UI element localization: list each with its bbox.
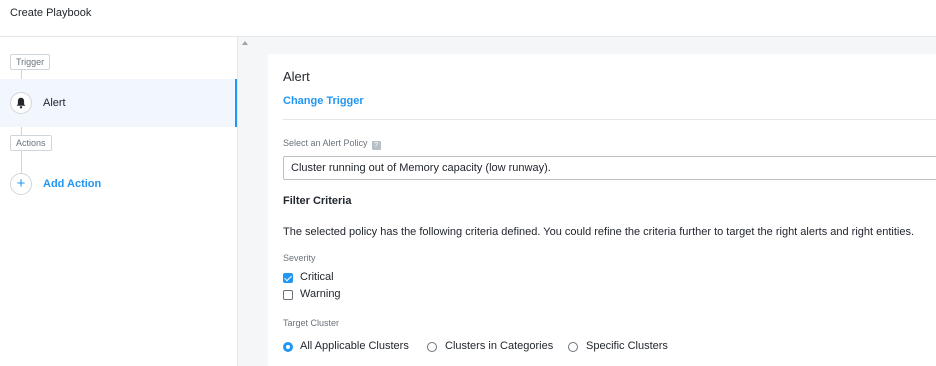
radio-specific-clusters-label: Specific Clusters: [586, 340, 668, 352]
timeline-line: [21, 151, 22, 173]
trigger-step-label: Alert: [43, 97, 66, 109]
divider: [283, 119, 936, 120]
add-action-label: Add Action: [43, 178, 102, 190]
actions-tag: Actions: [10, 135, 52, 151]
radio-clusters-in-categories-label: Clusters in Categories: [445, 340, 554, 352]
panel-heading: Alert: [283, 69, 310, 84]
timeline-line: [21, 127, 22, 135]
radio-specific-clusters[interactable]: [568, 342, 578, 352]
target-cluster-label: Target Cluster: [283, 318, 340, 328]
severity-critical-checkbox[interactable]: [283, 273, 293, 283]
scroll-up-icon[interactable]: [242, 41, 248, 45]
policy-label: Select an Alert Policy?: [283, 138, 381, 150]
change-trigger-link[interactable]: Change Trigger: [283, 95, 364, 107]
trigger-step-alert[interactable]: Alert: [0, 79, 237, 127]
radio-all-applicable-clusters[interactable]: [283, 342, 293, 352]
trigger-config-panel: Alert Change Trigger Select an Alert Pol…: [268, 54, 936, 366]
add-action-button[interactable]: + Add Action: [0, 173, 237, 197]
severity-warning-label: Warning: [300, 288, 341, 300]
trigger-tag: Trigger: [10, 54, 51, 70]
page-title: Create Playbook: [10, 7, 92, 19]
radio-all-applicable-clusters-label: All Applicable Clusters: [300, 340, 409, 352]
question-icon[interactable]: ?: [371, 141, 381, 150]
alert-policy-value: Cluster running out of Memory capacity (…: [291, 162, 551, 174]
severity-warning-checkbox[interactable]: [283, 290, 293, 300]
alert-policy-select[interactable]: Cluster running out of Memory capacity (…: [283, 156, 936, 180]
filter-criteria-heading: Filter Criteria: [283, 195, 352, 207]
bell-icon: [10, 92, 32, 114]
filter-description: The selected policy has the following cr…: [283, 226, 915, 238]
severity-label: Severity: [283, 253, 316, 263]
playbook-sidebar: Trigger Alert Actions + Add Action: [0, 37, 238, 366]
page-header: Create Playbook: [0, 0, 936, 37]
radio-clusters-in-categories[interactable]: [427, 342, 437, 352]
policy-label-text: Select an Alert Policy: [283, 138, 368, 148]
plus-icon: +: [10, 173, 32, 195]
severity-critical-label: Critical: [300, 271, 334, 283]
